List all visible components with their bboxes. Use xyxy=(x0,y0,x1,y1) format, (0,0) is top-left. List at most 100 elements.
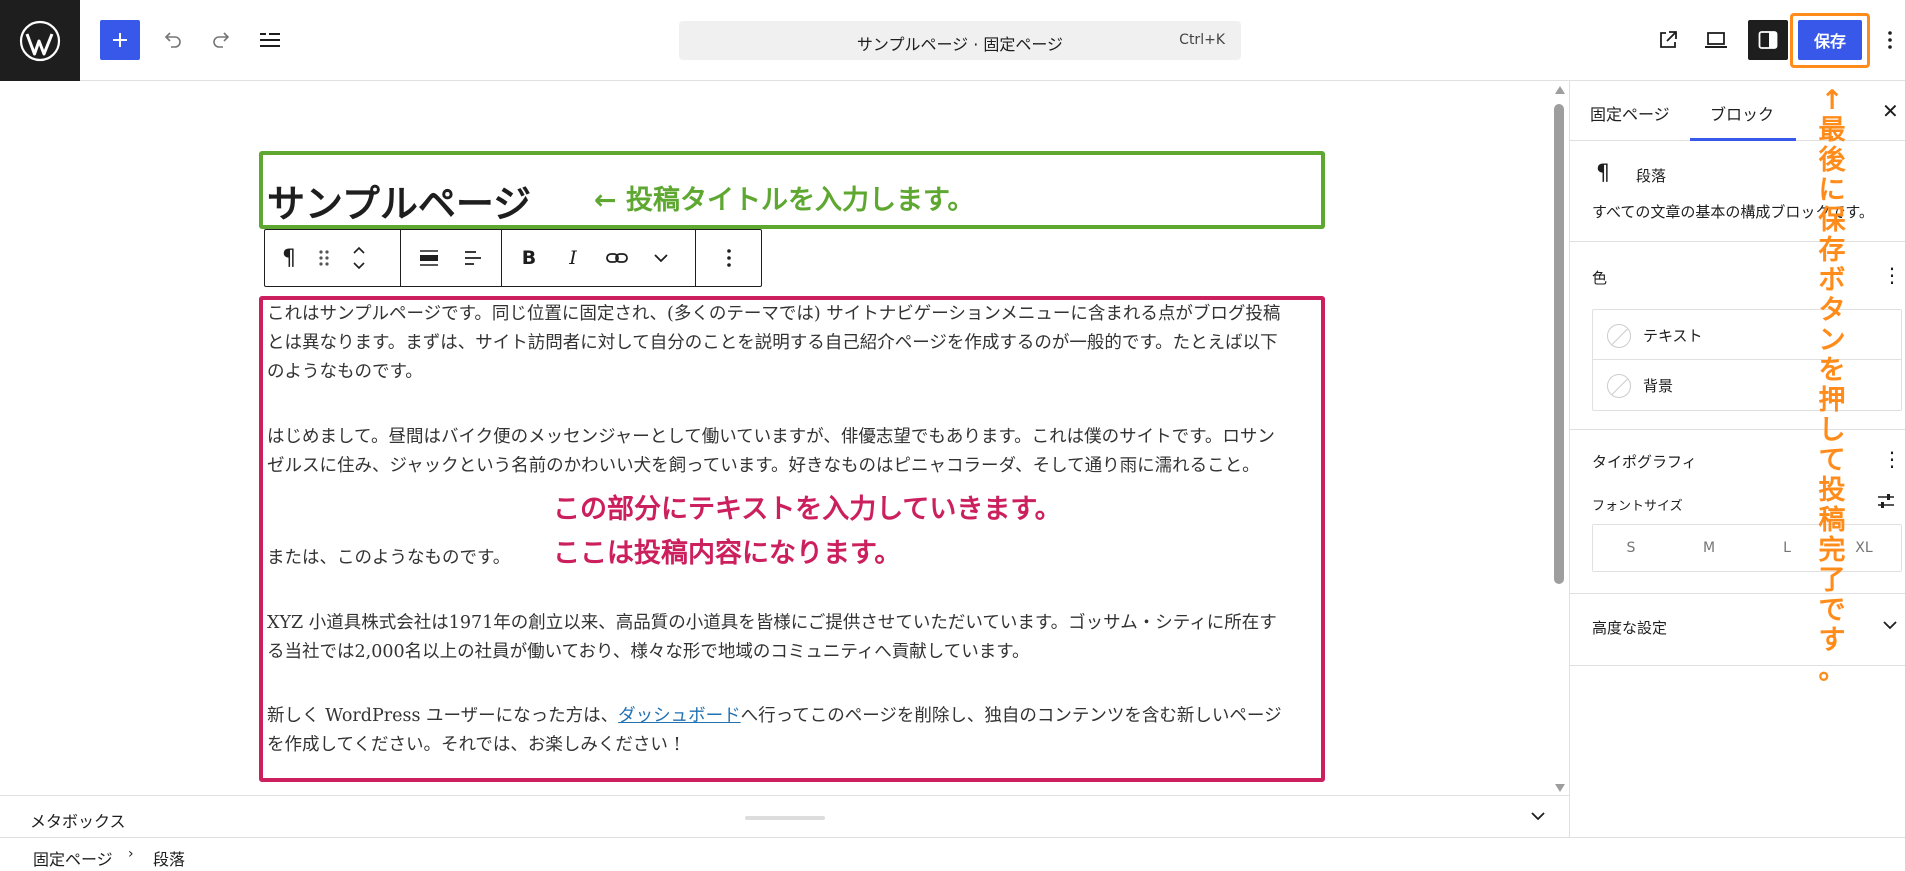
settings-sliders-icon xyxy=(1878,494,1894,508)
chevron-down-icon xyxy=(1883,621,1897,630)
font-size-option[interactable]: L xyxy=(1767,540,1807,556)
breadcrumb-item[interactable]: 段落 xyxy=(153,846,185,870)
block-alignment-button[interactable] xyxy=(409,230,449,286)
annotation-char: 完 xyxy=(1818,535,1846,566)
align-wide-icon xyxy=(420,250,438,266)
annotation-char: に xyxy=(1818,175,1846,206)
divider xyxy=(1570,429,1905,430)
link-button[interactable] xyxy=(597,230,637,286)
view-page-button[interactable] xyxy=(1648,20,1688,60)
block-name: 段落 xyxy=(1636,167,1667,185)
color-options: テキスト 背景 xyxy=(1592,309,1902,411)
move-up-down-buttons[interactable] xyxy=(343,230,375,286)
wordpress-icon xyxy=(19,20,61,61)
scroll-thumb[interactable] xyxy=(1554,104,1564,584)
metabox-toggle[interactable] xyxy=(1528,806,1548,830)
annotation-char: 最 xyxy=(1818,115,1846,146)
settings-toggle-button[interactable] xyxy=(1748,20,1788,60)
content-annotation: この部分にテキストを入力していきます。 xyxy=(553,494,1062,525)
add-block-button[interactable] xyxy=(100,20,140,60)
font-size-option[interactable]: M xyxy=(1689,540,1729,556)
undo-button[interactable] xyxy=(152,20,192,60)
redo-icon xyxy=(213,32,230,48)
drag-handle[interactable] xyxy=(309,230,339,286)
preview-button[interactable] xyxy=(1696,20,1736,60)
dashboard-link[interactable]: ダッシュボード xyxy=(618,706,741,726)
post-title[interactable]: サンプルページ xyxy=(267,173,531,228)
kebab-menu-icon xyxy=(727,249,731,267)
color-section-title: 色 xyxy=(1592,269,1608,287)
wordpress-logo[interactable] xyxy=(0,0,80,81)
italic-button[interactable]: I xyxy=(555,230,591,286)
background-color-option[interactable]: 背景 xyxy=(1593,360,1901,410)
kebab-menu-icon[interactable]: ⋮ xyxy=(1882,447,1902,471)
block-toolbar: ¶ B I xyxy=(264,229,762,287)
paragraph-block[interactable]: XYZ 小道具株式会社は1971年の創立以来、高品質の小道具を皆様にご提供させて… xyxy=(267,609,1287,667)
breadcrumb: 固定ページ › 段落 xyxy=(0,837,1905,871)
paragraph-block[interactable]: はじめまして。昼間はバイク便のメッセンジャーとして働いていますが、俳優志望でもあ… xyxy=(267,423,1287,481)
scroll-down-arrow[interactable] xyxy=(1555,784,1565,792)
divider xyxy=(1570,593,1905,594)
save-annotation: ↑ 最 後 に 保 存 ボ タ ン を 押 し て 投 稿 完 了 で す 。 xyxy=(1812,86,1852,686)
toolbar-separator xyxy=(400,230,401,286)
annotation-char: を xyxy=(1818,355,1846,386)
save-button[interactable]: 保存 xyxy=(1798,20,1862,60)
resize-handle[interactable] xyxy=(745,816,825,820)
redo-button[interactable] xyxy=(202,20,242,60)
annotation-char: 後 xyxy=(1818,145,1846,176)
drag-icon xyxy=(319,250,329,266)
paragraph-block[interactable]: これはサンプルページです。同じ位置に固定され、(多くのテーマでは) サイトナビゲ… xyxy=(267,300,1287,387)
chevron-down-icon xyxy=(1531,812,1545,821)
paragraph-block[interactable]: 新しく WordPress ユーザーになった方は、ダッシュボードへ行ってこのペー… xyxy=(267,702,1287,760)
document-overview-button[interactable] xyxy=(250,20,290,60)
title-highlight-box: サンプルページ ← 投稿タイトルを入力します。 xyxy=(259,151,1325,229)
font-size-option[interactable]: S xyxy=(1611,540,1651,556)
close-icon[interactable]: ✕ xyxy=(1882,99,1899,123)
color-option-label: 背景 xyxy=(1643,377,1674,395)
advanced-section-title[interactable]: 高度な設定 xyxy=(1592,617,1667,638)
color-option-label: テキスト xyxy=(1643,327,1703,345)
pilcrow-icon: ¶ xyxy=(1596,161,1610,186)
empty-swatch-icon xyxy=(1607,324,1631,348)
desktop-icon xyxy=(1705,32,1727,48)
italic-icon: I xyxy=(569,247,577,269)
metabox-label: メタボックス xyxy=(30,812,126,831)
font-size-label: フォントサイズ xyxy=(1592,499,1683,514)
command-palette-bar[interactable]: サンプルページ · 固定ページ Ctrl+K xyxy=(679,21,1241,60)
scroll-up-arrow[interactable] xyxy=(1555,86,1565,94)
tab-page[interactable]: 固定ページ xyxy=(1590,101,1670,125)
toolbar-separator xyxy=(695,230,696,286)
paragraph-block-button[interactable]: ¶ xyxy=(271,230,307,286)
annotation-char: 稿 xyxy=(1818,505,1846,536)
annotation-char: ン xyxy=(1818,325,1846,356)
settings-sidebar: 固定ページ ブロック ✕ ¶ 段落 すべての文章の基本の構成ブロックです。 色 … xyxy=(1569,81,1905,837)
move-arrows-icon xyxy=(353,246,365,270)
document-title: サンプルページ · 固定ページ xyxy=(856,35,1064,54)
more-formatting-button[interactable] xyxy=(643,230,679,286)
text-align-button[interactable] xyxy=(453,230,493,286)
bold-icon: B xyxy=(521,247,537,269)
kebab-menu-icon[interactable]: ⋮ xyxy=(1882,263,1902,287)
text-color-option[interactable]: テキスト xyxy=(1593,310,1901,360)
font-size-custom-button[interactable] xyxy=(1876,491,1896,515)
pilcrow-icon: ¶ xyxy=(282,245,296,271)
breadcrumb-item[interactable]: 固定ページ xyxy=(33,846,113,870)
annotation-char: す xyxy=(1818,625,1846,656)
block-options-button[interactable] xyxy=(709,230,749,286)
annotation-char: 。 xyxy=(1818,655,1846,686)
shortcut-hint: Ctrl+K xyxy=(1179,32,1225,48)
metabox-panel[interactable]: メタボックス xyxy=(0,795,1569,837)
list-view-icon xyxy=(260,33,280,47)
annotation-char: し xyxy=(1818,415,1846,446)
annotation-char: タ xyxy=(1818,295,1846,326)
undo-icon xyxy=(164,32,181,48)
editor-scrollbar[interactable] xyxy=(1551,86,1567,794)
annotation-char: で xyxy=(1818,595,1846,626)
options-button[interactable] xyxy=(1878,20,1902,60)
font-size-picker: S M L XL xyxy=(1592,524,1902,572)
editor-window: サンプルページ · 固定ページ Ctrl+K 保存 サンプルページ ← 投稿タイ… xyxy=(0,0,1905,871)
advanced-toggle[interactable] xyxy=(1880,615,1900,639)
tab-block[interactable]: ブロック xyxy=(1710,101,1774,125)
bold-button[interactable]: B xyxy=(509,230,549,286)
plus-icon xyxy=(113,33,127,47)
